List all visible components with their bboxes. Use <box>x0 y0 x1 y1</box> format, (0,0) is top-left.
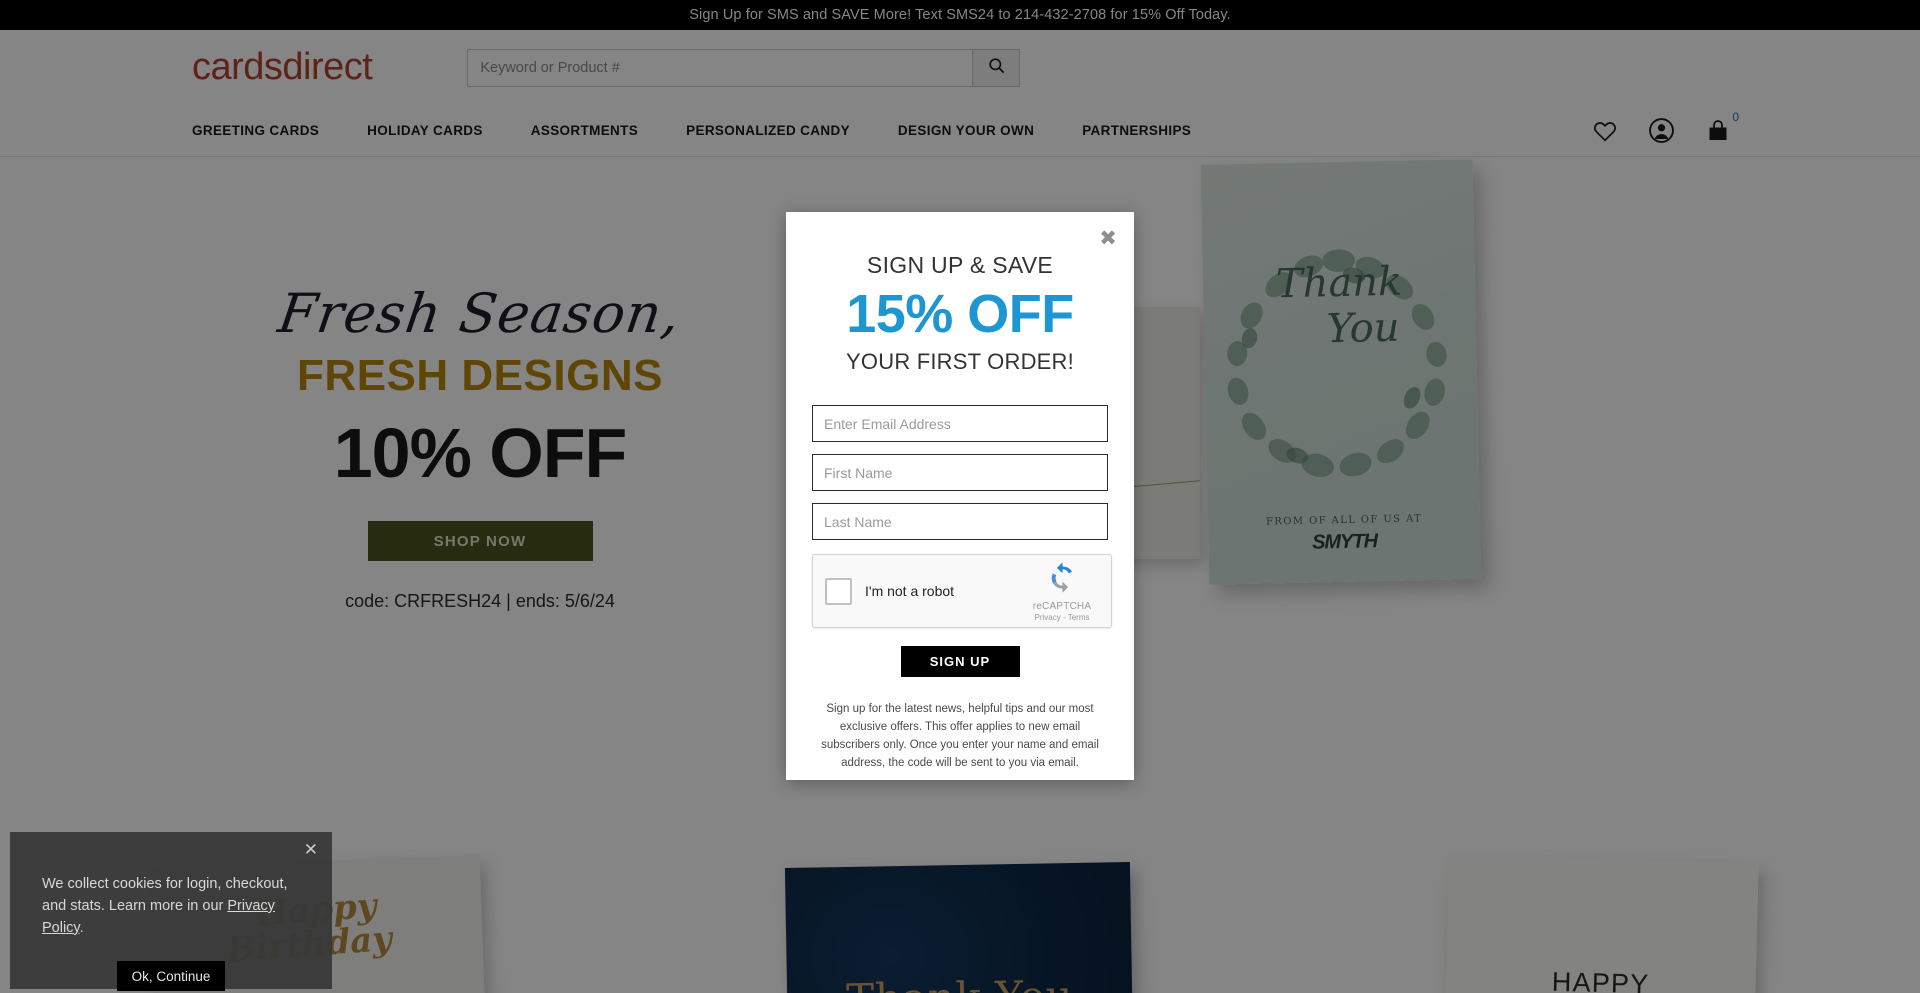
recaptcha-logo-icon <box>1051 562 1072 593</box>
recaptcha-widget: I'm not a robot reCAPTCHA Privacy - Term… <box>812 554 1112 629</box>
cookie-close-button[interactable]: ✕ <box>304 842 318 859</box>
cookie-message-after: . <box>79 919 84 936</box>
email-field[interactable] <box>812 405 1108 443</box>
recaptcha-checkbox[interactable] <box>825 577 852 605</box>
recaptcha-label: I'm not a robot <box>865 583 955 600</box>
signup-submit-button[interactable]: SIGN UP <box>900 646 1020 678</box>
first-name-field[interactable] <box>812 454 1108 492</box>
recaptcha-links[interactable]: Privacy - Terms <box>1025 613 1099 622</box>
modal-discount: 15% OFF <box>846 284 1074 344</box>
cookie-consent-banner: ✕ We collect cookies for login, checkout… <box>10 832 332 992</box>
recaptcha-branding: reCAPTCHA Privacy - Terms <box>1025 561 1099 622</box>
cookie-message: We collect cookies for login, checkout, … <box>42 874 300 939</box>
modal-heading: SIGN UP & SAVE <box>866 252 1054 278</box>
modal-close-button[interactable]: ✖ <box>1095 225 1121 251</box>
recaptcha-brand: reCAPTCHA <box>1032 600 1092 612</box>
signup-modal: ✖ SIGN UP & SAVE 15% OFF YOUR FIRST ORDE… <box>786 212 1134 780</box>
last-name-field[interactable] <box>812 503 1108 541</box>
cookie-accept-button[interactable]: Ok, Continue <box>117 961 225 992</box>
page-root: Sign Up for SMS and SAVE More! Text SMS2… <box>0 0 1920 993</box>
modal-subheading: YOUR FIRST ORDER! <box>846 349 1074 375</box>
modal-fine-print: Sign up for the latest news, helpful tip… <box>821 703 1099 769</box>
